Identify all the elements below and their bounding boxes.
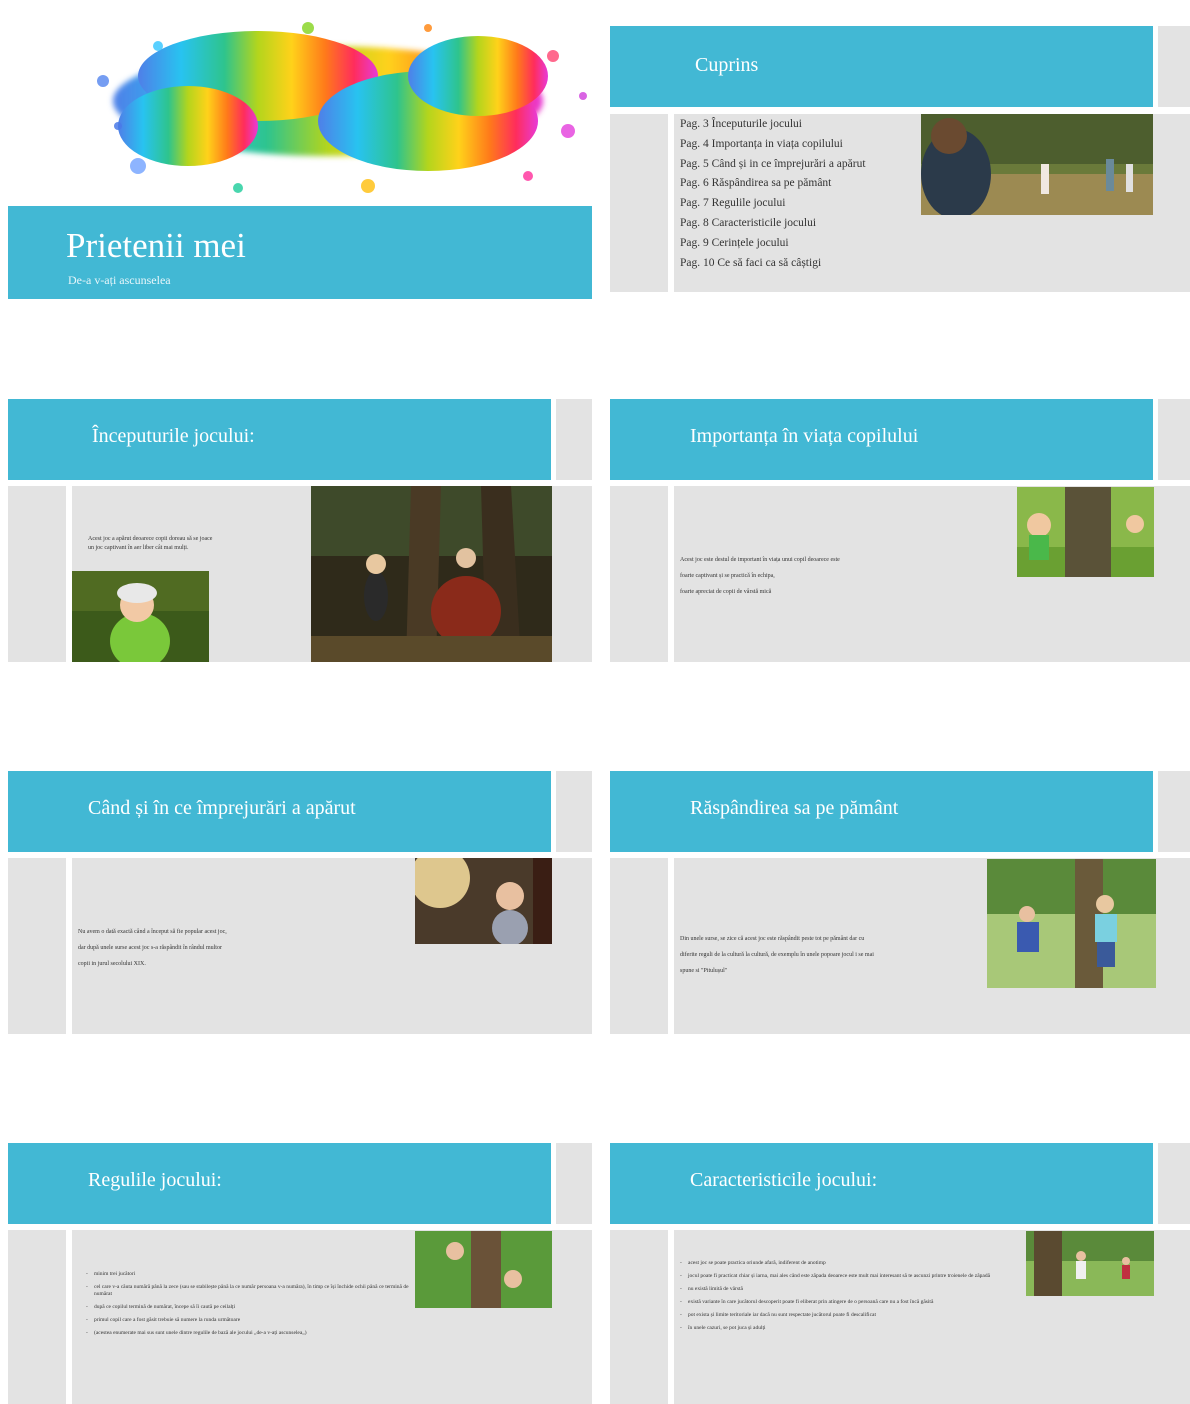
child-counting-photo	[415, 858, 552, 944]
slide-4[interactable]: Importanța în viața copilului Acest joc …	[610, 399, 1190, 694]
kids-park-photo	[921, 114, 1153, 215]
side-panel	[610, 858, 668, 1034]
slide-8[interactable]: Caracteristicile jocului: acest joc se p…	[610, 1143, 1190, 1404]
slide-6[interactable]: Răspândirea sa pe pământ Din unele surse…	[610, 771, 1190, 1066]
kids-peeking-tree-photo	[415, 1231, 552, 1308]
slide-5[interactable]: Când și în ce împrejurări a apărut Nu av…	[8, 771, 592, 1066]
toc-item[interactable]: Pag. 3 Începuturile jocului	[680, 115, 866, 135]
list-item: după ce copilul termină de numărat, înce…	[86, 1304, 416, 1311]
girls-behind-tree-photo	[1017, 487, 1154, 577]
slide-3[interactable]: Începuturile jocului: Acest joc a apărut…	[8, 399, 592, 694]
toc-item[interactable]: Pag. 8 Caracteristicile jocului	[680, 214, 866, 234]
child-hiding-face-photo	[72, 571, 209, 662]
rules-list: minim trei jucători cel care v-a căuta n…	[86, 1271, 416, 1343]
paint-splash-image	[97, 22, 587, 193]
slide-title[interactable]: Prietenii mei De-a v-ați ascunselea	[8, 6, 592, 301]
title-band: Prietenii mei De-a v-ați ascunselea	[8, 206, 592, 299]
painting-hide-and-seek-photo	[311, 486, 552, 662]
characteristics-list: acest joc se poate practica oriunde afar…	[680, 1260, 1025, 1338]
slide-text: Acest joc a apărut deoarece copii doreau…	[88, 536, 213, 551]
slide-header-band: Importanța în viața copilului	[610, 399, 1153, 480]
toc-item[interactable]: Pag. 7 Regulile jocului	[680, 194, 866, 214]
list-item: în unele cazuri, se pot juca și adulți	[680, 1325, 1025, 1332]
toc-item[interactable]: Pag. 9 Cerințele jocului	[680, 234, 866, 254]
side-panel	[556, 1143, 592, 1224]
list-item: nu există limită de vârstă	[680, 1286, 1025, 1293]
slide-header-band: Cuprins	[610, 26, 1153, 107]
side-panel	[1158, 399, 1190, 480]
slide-text: Nu avem o dată exactă când a început să …	[78, 929, 227, 967]
slide-header-band: Începuturile jocului:	[8, 399, 551, 480]
side-panel	[1158, 26, 1190, 107]
side-panel	[556, 771, 592, 852]
side-panel	[610, 1230, 668, 1404]
slide-header-band: Când și în ce împrejurări a apărut	[8, 771, 551, 852]
list-item: primul copil care a fost găsit trebuie s…	[86, 1317, 416, 1324]
side-panel	[610, 114, 668, 292]
list-item: acest joc se poate practica oriunde afar…	[680, 1260, 1025, 1267]
list-item: pot exista și limite teritoriale iar dac…	[680, 1312, 1025, 1319]
slide-heading: Caracteristicile jocului:	[690, 1169, 878, 1191]
list-item: jocul poate fi practicat chiar și iarna,…	[680, 1273, 1025, 1280]
toc-item[interactable]: Pag. 5 Când și in ce împrejurări a apăru…	[680, 155, 866, 175]
slide-heading: Importanța în viața copilului	[690, 425, 919, 447]
side-panel	[1158, 1143, 1190, 1224]
kids-running-park-photo	[1026, 1231, 1154, 1296]
slide-header-band: Caracteristicile jocului:	[610, 1143, 1153, 1224]
side-panel	[8, 1230, 66, 1404]
slide-heading: Când și în ce împrejurări a apărut	[88, 797, 356, 819]
slide-7[interactable]: Regulile jocului: minim trei jucători ce…	[8, 1143, 592, 1404]
kids-tree-park-photo	[987, 859, 1156, 988]
toc-item[interactable]: Pag. 10 Ce să faci ca să câștigi	[680, 254, 866, 274]
presentation-title: Prietenii mei	[66, 226, 246, 265]
slide-heading: Cuprins	[695, 54, 759, 76]
toc-item[interactable]: Pag. 4 Importanța in viața copilului	[680, 135, 866, 155]
slide-text: Acest joc este destul de important în vi…	[680, 557, 840, 595]
presentation-subtitle: De-a v-ați ascunselea	[68, 273, 171, 287]
side-panel	[610, 486, 668, 662]
list-item: minim trei jucători	[86, 1271, 416, 1278]
side-panel	[8, 858, 66, 1034]
slide-heading: Regulile jocului:	[88, 1169, 222, 1191]
slide-heading: Răspândirea sa pe pământ	[690, 797, 899, 819]
side-panel	[1158, 771, 1190, 852]
slide-text: Din unele surse, se zice că acest joc es…	[680, 936, 874, 974]
slide-header-band: Regulile jocului:	[8, 1143, 551, 1224]
slide-header-band: Răspândirea sa pe pământ	[610, 771, 1153, 852]
side-panel	[8, 486, 66, 662]
slide-toc[interactable]: Cuprins Pag. 3 Începuturile jocului Pag.…	[610, 26, 1190, 296]
list-item: (acestea enumerate mai sus sunt unele di…	[86, 1330, 416, 1337]
list-item: cel care v-a căuta numără până la zece (…	[86, 1284, 416, 1298]
toc-list: Pag. 3 Începuturile jocului Pag. 4 Impor…	[680, 115, 866, 273]
toc-item[interactable]: Pag. 6 Răspândirea sa pe pământ	[680, 174, 866, 194]
side-panel	[556, 399, 592, 480]
slide-heading: Începuturile jocului:	[92, 425, 255, 447]
list-item: există variante în care jucătorul descop…	[680, 1299, 1025, 1306]
